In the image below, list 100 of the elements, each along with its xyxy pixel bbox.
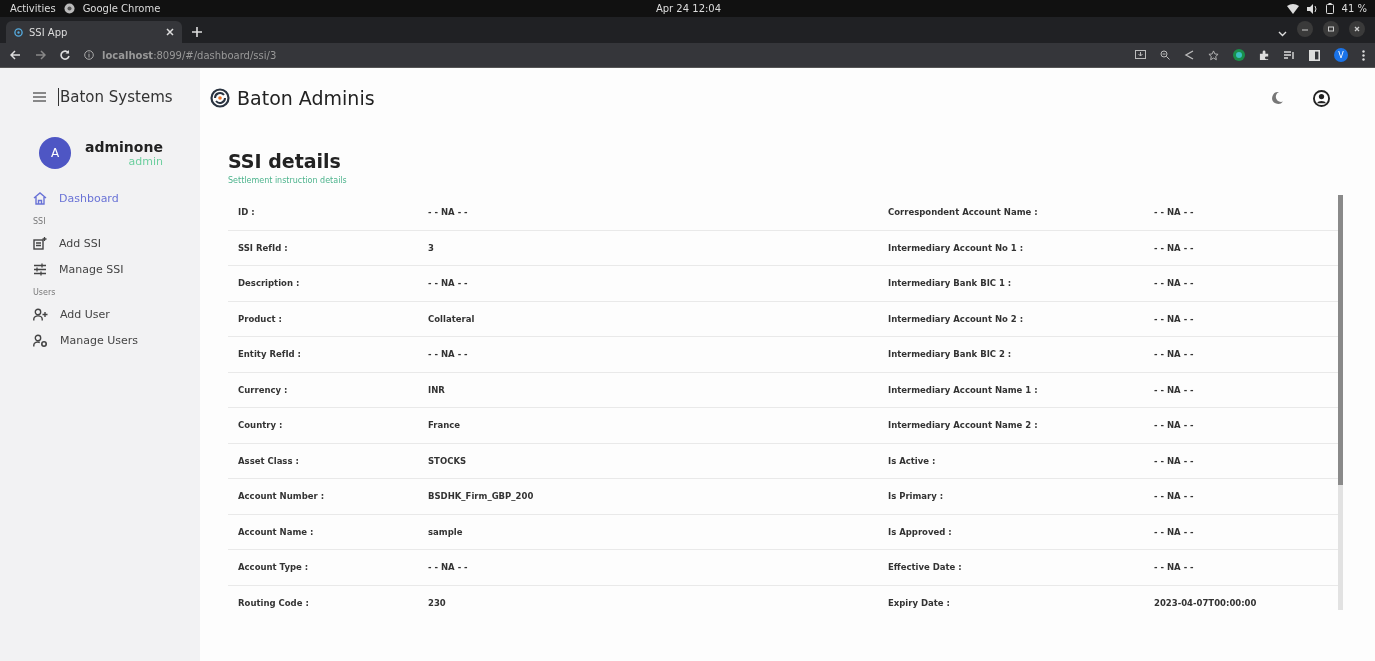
moon-icon[interactable] xyxy=(1270,91,1284,105)
react-icon xyxy=(14,27,23,37)
wifi-icon xyxy=(1286,3,1299,14)
field-value: - - NA - - xyxy=(1153,384,1195,395)
field-value: INR xyxy=(427,384,446,395)
activities-button[interactable]: Activities xyxy=(10,3,56,14)
field-label: Expiry Date : xyxy=(887,597,951,608)
field-label: Account Number : xyxy=(237,491,326,502)
home-icon xyxy=(33,191,47,205)
field-label: Description : xyxy=(237,278,301,289)
field-label: Intermediary Account Name 2 : xyxy=(887,420,1039,431)
menu-icon[interactable] xyxy=(1362,49,1365,61)
close-icon[interactable] xyxy=(166,28,174,36)
profile-avatar[interactable]: V xyxy=(1334,48,1348,62)
share-icon[interactable] xyxy=(1184,50,1194,60)
field-value: sample xyxy=(427,526,464,537)
field-value: - - NA - - xyxy=(1153,278,1195,289)
field-label: Is Approved : xyxy=(887,526,953,537)
restore-icon[interactable] xyxy=(1323,21,1339,37)
field-label: Entity RefId : xyxy=(237,349,302,360)
chevron-down-icon[interactable] xyxy=(1278,31,1287,37)
page-subtitle: Settlement instruction details xyxy=(228,176,348,185)
field-label: Asset Class : xyxy=(237,455,300,466)
browser-tab[interactable]: SSI App xyxy=(6,21,182,43)
close-icon[interactable] xyxy=(1349,21,1365,37)
nav-section-label: SSI xyxy=(33,216,47,228)
field-value: - - NA - - xyxy=(1153,313,1195,324)
extension-icon[interactable] xyxy=(1233,49,1245,61)
nav-section-label: Users xyxy=(33,287,57,299)
field-label: Currency : xyxy=(237,384,289,395)
chrome-icon xyxy=(63,3,75,14)
nav-item[interactable]: Add SSI xyxy=(33,230,200,256)
user-avatar: A xyxy=(39,137,71,169)
nav-item[interactable]: Manage SSI xyxy=(33,256,200,282)
field-value: - - NA - - xyxy=(427,278,469,289)
field-value: France xyxy=(427,420,462,431)
field-label: ID : xyxy=(237,207,256,218)
field-value: 230 xyxy=(427,597,447,608)
field-label: Account Type : xyxy=(237,562,310,573)
scrollbar[interactable] xyxy=(1338,195,1343,610)
field-label: Country : xyxy=(237,420,284,431)
document-plus-icon xyxy=(33,236,47,250)
field-value: - - NA - - xyxy=(1153,455,1195,466)
app-title: Baton Adminis xyxy=(237,87,375,109)
field-label: SSI RefId : xyxy=(237,242,289,253)
back-icon[interactable] xyxy=(10,50,21,60)
field-value: - - NA - - xyxy=(1153,242,1195,253)
field-value: - - NA - - xyxy=(1153,526,1195,537)
nav-item[interactable]: Dashboard xyxy=(33,185,200,211)
field-label: Intermediary Account No 1 : xyxy=(887,242,1025,253)
sidepanel-icon[interactable] xyxy=(1309,49,1320,61)
user-name: adminone xyxy=(85,138,163,155)
field-value: - - NA - - xyxy=(1153,562,1195,573)
field-value: BSDHK_Firm_GBP_200 xyxy=(427,491,535,502)
user-plus-icon xyxy=(33,307,48,321)
user-gear-icon xyxy=(33,333,48,347)
clock: Apr 24 12:04 xyxy=(655,3,722,14)
field-value: - - NA - - xyxy=(1153,207,1195,218)
field-label: Intermediary Account No 2 : xyxy=(887,313,1025,324)
forward-icon[interactable] xyxy=(35,50,46,60)
field-value: Collateral xyxy=(427,313,476,324)
nav-item[interactable]: Manage Users xyxy=(33,327,200,353)
speaker-icon xyxy=(1306,3,1318,14)
install-icon[interactable] xyxy=(1135,50,1146,60)
field-value: - - NA - - xyxy=(427,562,469,573)
new-tab-icon[interactable] xyxy=(192,27,202,37)
sliders-icon xyxy=(33,262,47,276)
field-value: - - NA - - xyxy=(1153,420,1195,431)
queue-icon[interactable] xyxy=(1284,50,1295,60)
logo-icon xyxy=(210,88,230,108)
page-title: SSI details xyxy=(228,150,342,172)
field-label: Effective Date : xyxy=(887,562,963,573)
field-label: Routing Code : xyxy=(237,597,310,608)
field-value: - - NA - - xyxy=(427,349,469,360)
battery-level: 41 % xyxy=(1341,3,1367,14)
field-label: Is Active : xyxy=(887,455,937,466)
field-value: - - NA - - xyxy=(427,207,469,218)
field-value: - - NA - - xyxy=(1153,349,1195,360)
info-icon[interactable] xyxy=(84,50,94,60)
field-label: Intermediary Account Name 1 : xyxy=(887,384,1039,395)
url-field[interactable]: localhost:8099/#/dashboard/ssi/3 xyxy=(102,49,277,61)
account-icon[interactable] xyxy=(1313,89,1330,107)
field-value: STOCKS xyxy=(427,455,468,466)
star-icon[interactable] xyxy=(1208,49,1219,61)
field-value: 2023-04-07T00:00:00 xyxy=(1153,597,1258,608)
reload-icon[interactable] xyxy=(60,50,70,60)
brand-name: Baton Systems xyxy=(58,87,173,106)
minimize-icon[interactable] xyxy=(1297,21,1313,37)
nav-item[interactable]: Add User xyxy=(33,301,200,327)
field-label: Intermediary Bank BIC 1 : xyxy=(887,278,1013,289)
zoom-icon[interactable] xyxy=(1160,50,1170,60)
field-label: Correspondent Account Name : xyxy=(887,207,1039,218)
field-label: Product : xyxy=(237,313,283,324)
field-label: Is Primary : xyxy=(887,491,945,502)
app-name: Google Chrome xyxy=(82,3,161,14)
field-label: Account Name : xyxy=(237,526,315,537)
field-value: - - NA - - xyxy=(1153,491,1195,502)
puzzle-icon[interactable] xyxy=(1259,49,1270,61)
battery-icon xyxy=(1325,3,1334,14)
field-label: Intermediary Bank BIC 2 : xyxy=(887,349,1013,360)
